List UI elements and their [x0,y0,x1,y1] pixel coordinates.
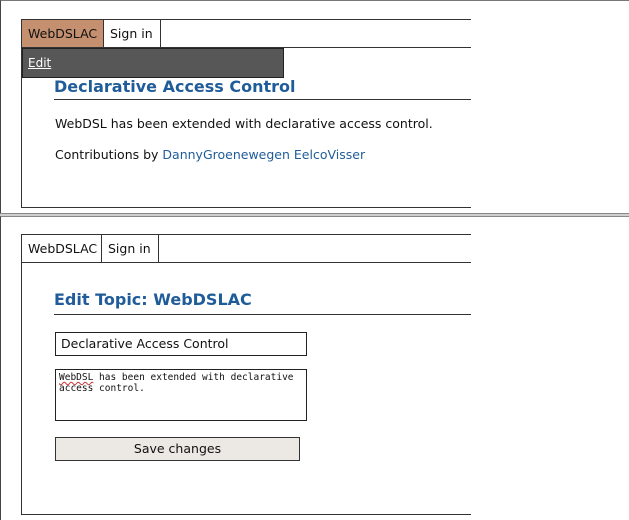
edit-bar: Edit [22,48,284,78]
navbar: WebDSLAC Sign in [22,20,471,48]
nav-home-tab[interactable]: WebDSLAC [22,235,102,262]
edit-topic-heading: Edit Topic: WebDSLAC [54,290,252,309]
nav-home-tab[interactable]: WebDSLAC [22,20,104,47]
contributor-link[interactable]: DannyGroenewegen [162,147,290,162]
textarea-text: has been extended with declarative acces… [59,372,294,394]
view-page-panel: WebDSLAC Sign in Edit Declarative Access… [0,0,629,215]
title-divider [54,314,471,315]
contributions-line: Contributions by DannyGroenewegen EelcoV… [55,147,365,162]
edit-page-frame: WebDSLAC Sign in Edit Topic: WebDSLAC De… [21,234,471,515]
navbar: WebDSLAC Sign in [22,235,471,263]
save-changes-button[interactable]: Save changes [55,437,300,461]
view-page-frame: WebDSLAC Sign in Edit Declarative Access… [21,19,471,208]
topic-title-input[interactable]: Declarative Access Control [55,332,307,356]
contributions-label: Contributions by [55,147,159,162]
topic-text-area[interactable]: WebDSL has been extended with declarativ… [55,369,307,421]
spellcheck-word: WebDSL [59,372,94,383]
topic-body-text: WebDSL has been extended with declarativ… [55,116,433,131]
contributor-link[interactable]: EelcoVisser [294,147,365,162]
page-title: Declarative Access Control [54,77,296,96]
edit-page-panel: WebDSLAC Sign in Edit Topic: WebDSLAC De… [0,216,629,520]
nav-signin-tab[interactable]: Sign in [102,235,159,262]
nav-signin-tab[interactable]: Sign in [104,20,161,47]
edit-link[interactable]: Edit [28,56,51,70]
title-divider [54,99,471,100]
